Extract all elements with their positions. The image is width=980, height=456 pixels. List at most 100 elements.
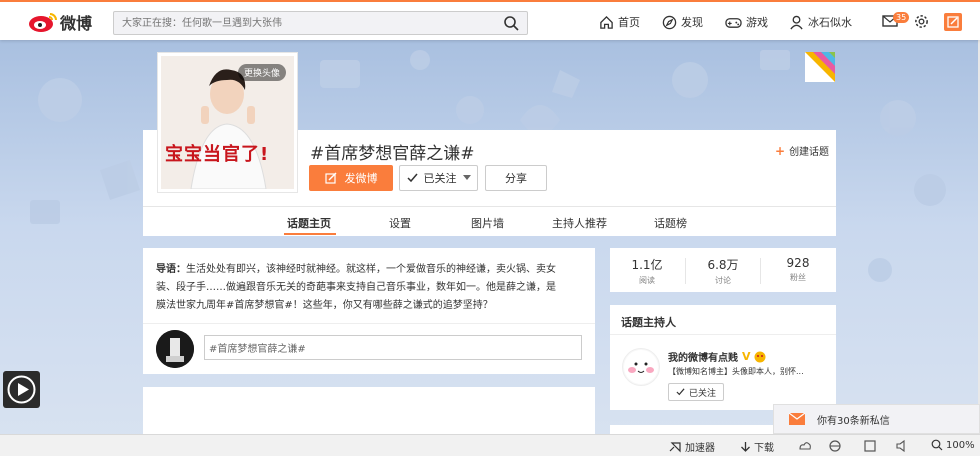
- vip-crown-icon: [754, 351, 766, 362]
- host-name[interactable]: 我的微博有点贱 V: [668, 349, 766, 364]
- plus-icon: +: [775, 143, 786, 158]
- host-avatar[interactable]: [622, 348, 660, 386]
- mail-count-badge: 35: [893, 12, 910, 23]
- search-icon[interactable]: [503, 15, 519, 31]
- nav-profile-label: 冰石似水: [808, 16, 852, 29]
- video-play-button[interactable]: [3, 371, 40, 408]
- current-user-avatar[interactable]: [156, 330, 194, 368]
- tab-settings[interactable]: 设置: [389, 215, 411, 231]
- zoom-icon: [931, 439, 943, 451]
- topic-stats-card: 1.1亿 阅读 6.8万 讨论 928 粉丝: [610, 248, 836, 292]
- host-avatar-face: [624, 350, 658, 384]
- stat-reads: 1.1亿 阅读: [610, 256, 684, 286]
- share-button[interactable]: 分享: [485, 165, 547, 191]
- post-weibo-button[interactable]: 发微博: [309, 165, 393, 191]
- follow-topic-button[interactable]: 已关注: [399, 165, 478, 191]
- intro-line-1: 生活处处有即兴，该神经时就神经。就这样，一个爱做音乐的神经谦，卖火锅、卖女: [186, 264, 556, 275]
- zoom-level: 100%: [946, 439, 975, 451]
- stat-fans-label: 粉丝: [790, 273, 806, 282]
- new-message-text: 你有30条新私信: [817, 415, 890, 427]
- host-follow-label: 已关注: [688, 388, 716, 399]
- tab-topic-home[interactable]: 话题主页: [287, 215, 331, 231]
- speaker-icon[interactable]: [895, 439, 909, 453]
- follow-topic-label: 已关注: [423, 172, 457, 185]
- topic-intro-card: 导语：生活处处有即兴，该神经时就神经。就这样，一个爱做音乐的神经谦，卖火锅、卖女…: [143, 248, 595, 374]
- top-navigation-bar: 微博 首页 发现 游戏 冰石似水 35: [0, 0, 980, 40]
- gamepad-icon: [725, 17, 742, 28]
- download-label: 下载: [754, 443, 774, 454]
- tab-host-recommend[interactable]: 主持人推荐: [552, 215, 607, 231]
- browser-status-bar: 加速器 下载 100%: [0, 434, 980, 456]
- logo-text: 微博: [60, 14, 93, 33]
- nav-home[interactable]: 首页: [599, 14, 640, 30]
- topic-title: #首席梦想官薛之谦#: [310, 144, 475, 164]
- host-card-title: 话题主持人: [621, 316, 676, 329]
- topic-host-card: 话题主持人 我的微博有点贱 V 【微博知名博主】头像即本人，别怀... 已关注: [610, 305, 836, 410]
- download-icon: [741, 441, 750, 452]
- verified-v-icon: V: [742, 350, 751, 363]
- intro-line-2: 装、段子手……做遍跟音乐无关的奇葩事来支持自己音乐事业，数年如一。他是薛之谦，是: [156, 282, 556, 293]
- change-avatar-label[interactable]: 更换头像: [237, 64, 286, 81]
- create-topic-link[interactable]: + 创建话题: [775, 143, 830, 159]
- compose-button[interactable]: [944, 13, 962, 31]
- check-icon: [676, 388, 685, 396]
- nav-discover[interactable]: 发现: [662, 14, 703, 30]
- nav-games[interactable]: 游戏: [725, 14, 768, 30]
- intro-lead: 导语：: [156, 264, 186, 275]
- cloud-sync-icon[interactable]: [798, 439, 812, 453]
- host-divider: [610, 334, 836, 335]
- pencil-icon: [947, 16, 959, 28]
- host-name-text: 我的微博有点贱: [668, 353, 738, 364]
- user-avatar-image: [156, 330, 194, 368]
- topic-intro-text: 导语：生活处处有即兴，该神经时就神经。就这样，一个爱做音乐的神经谦，卖火锅、卖女…: [156, 261, 581, 315]
- rocket-icon: [669, 441, 681, 452]
- nav-discover-label: 发现: [681, 16, 703, 29]
- search-input[interactable]: [114, 12, 494, 34]
- intro-line-3: 膜法世家九周年#首席梦想官#！这些年，你又有哪些薛之谦式的追梦坚持？: [156, 300, 493, 311]
- stat-discussions-value: 6.8万: [707, 258, 739, 272]
- accelerator-button[interactable]: 加速器: [668, 439, 715, 454]
- nav-games-label: 游戏: [746, 16, 768, 29]
- topic-avatar[interactable]: 更换头像 宝宝当官了!: [157, 52, 298, 193]
- topic-tab-bar: 话题主页 设置 图片墙 主持人推荐 话题榜: [143, 206, 836, 236]
- gear-icon: [915, 15, 928, 28]
- user-icon: [790, 15, 803, 29]
- stat-fans-value: 928: [786, 256, 810, 270]
- nav-settings[interactable]: [914, 14, 933, 29]
- tab-photo-wall[interactable]: 图片墙: [471, 215, 504, 231]
- stat-reads-value: 1.1亿: [631, 258, 663, 272]
- tab-topic-ranking[interactable]: 话题榜: [654, 215, 687, 231]
- nav-profile[interactable]: 冰石似水: [789, 14, 852, 30]
- stat-discussions-label: 讨论: [715, 276, 731, 285]
- weibo-logo-icon: [29, 13, 57, 32]
- stat-reads-label: 阅读: [639, 276, 655, 285]
- search-box: [113, 11, 528, 35]
- nav-home-label: 首页: [618, 16, 640, 29]
- share-label: 分享: [505, 172, 527, 185]
- compass-icon: [662, 15, 677, 29]
- post-weibo-label: 发微博: [344, 172, 378, 185]
- weibo-logo[interactable]: 微博: [28, 9, 92, 35]
- active-tab-indicator: [284, 233, 336, 235]
- intro-divider: [143, 323, 595, 324]
- home-icon: [600, 15, 613, 29]
- corner-badge-icon: [805, 52, 835, 82]
- download-button[interactable]: 下载: [740, 439, 774, 454]
- envelope-icon: [789, 413, 805, 425]
- new-message-popup[interactable]: 你有30条新私信: [773, 404, 980, 434]
- play-icon: [7, 375, 36, 404]
- window-icon[interactable]: [863, 439, 877, 453]
- accelerator-label: 加速器: [685, 443, 715, 454]
- caret-down-icon: [462, 175, 471, 180]
- host-description: 【微博知名博主】头像即本人，别怀...: [668, 367, 804, 376]
- host-follow-button[interactable]: 已关注: [668, 383, 724, 401]
- check-icon: [406, 173, 418, 183]
- ie-icon[interactable]: [828, 439, 842, 453]
- stat-discussions: 6.8万 讨论: [686, 256, 760, 286]
- create-topic-label: 创建话题: [789, 147, 830, 158]
- edit-icon: [324, 172, 336, 184]
- zoom-control[interactable]: 100%: [931, 439, 975, 451]
- stat-fans: 928 粉丝: [761, 256, 835, 283]
- comment-input[interactable]: [204, 335, 582, 360]
- topic-avatar-image: 更换头像 宝宝当官了!: [161, 56, 294, 189]
